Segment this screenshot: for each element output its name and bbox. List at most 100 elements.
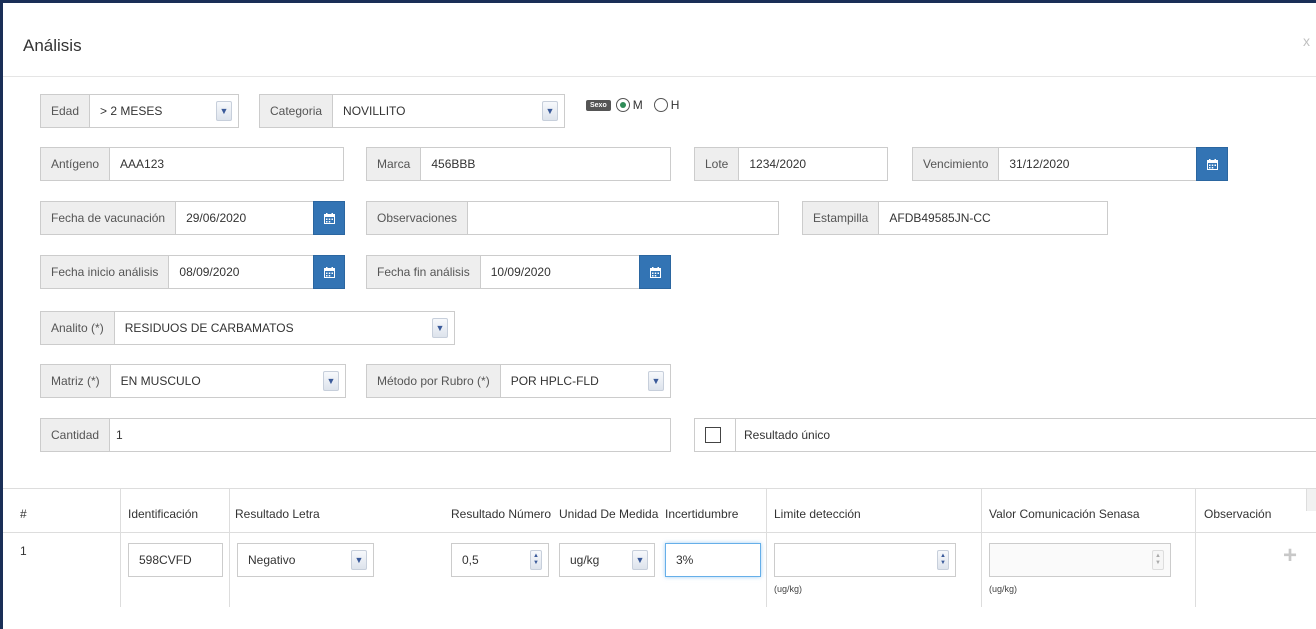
valor-senasa-input: ▲ ▼ [989,543,1171,577]
calendar-icon[interactable] [313,255,345,289]
col-header-valor: Valor Comunicación Senasa [989,507,1140,521]
chevron-down-icon[interactable]: ▼ [542,101,558,121]
col-header-num: # [20,507,27,521]
marca-input[interactable]: Marca 456BBB [366,147,671,181]
fecha-inicio-value[interactable]: 08/09/2020 [169,256,313,288]
observaciones-input[interactable]: Observaciones [366,201,779,235]
calendar-icon[interactable] [639,255,671,289]
fecha-inicio-label: Fecha inicio análisis [41,256,170,288]
fecha-vacunacion-label: Fecha de vacunación [41,202,177,234]
dialog-title: Análisis [23,36,82,55]
resultado-numero-input[interactable]: 0,5 ▲ ▼ [451,543,549,577]
matriz-label: Matriz (*) [41,365,111,397]
analito-label: Analito (*) [41,312,115,344]
categoria-value: NOVILLITO [343,104,406,118]
sexo-radio-group: Sexo M H [586,98,679,112]
vencimiento-input[interactable]: Vencimiento 31/12/2020 [912,147,1228,181]
col-header-resultado-letra: Resultado Letra [235,507,320,521]
unidad-select[interactable]: ug/kg ▼ [559,543,655,577]
radio-selected-dot [619,102,626,108]
edad-label: Edad [41,95,91,127]
estampilla-value[interactable]: AFDB49585JN-CC [879,202,1107,234]
fecha-fin-label: Fecha fin análisis [367,256,481,288]
sexo-option-h: H [670,98,680,112]
edad-value: > 2 MESES [100,104,163,118]
cantidad-value[interactable]: 1 [110,419,670,451]
lote-value[interactable]: 1234/2020 [739,148,887,180]
column-divider [981,489,982,607]
sexo-option-m: M [632,98,643,112]
col-header-observacion: Observación [1204,507,1272,521]
chevron-down-icon[interactable]: ▼ [351,550,367,570]
incertidumbre-input[interactable]: 3% [665,543,761,577]
col-header-limite: Limite detección [774,507,861,521]
resultado-unico-label: Resultado único [735,419,1316,451]
column-divider [766,489,767,607]
sexo-label: Sexo [586,99,611,111]
column-divider [1195,489,1196,607]
fecha-vacunacion-value[interactable]: 29/06/2020 [176,202,313,234]
col-header-resultado-numero: Resultado Número [451,507,552,521]
sexo-radio-m[interactable] [615,98,630,112]
limite-deteccion-input[interactable]: ▲ ▼ [774,543,956,577]
marca-value[interactable]: 456BBB [421,148,670,180]
fecha-fin-value[interactable]: 10/09/2020 [481,256,639,288]
header-divider [3,532,1316,533]
stepper-arrows-icon[interactable]: ▲ ▼ [937,550,949,570]
table-scrollbar[interactable] [1306,489,1316,511]
chevron-down-icon[interactable]: ▼ [323,371,339,391]
analito-select[interactable]: Analito (*) RESIDUOS DE CARBAMATOS ▼ [40,311,455,345]
column-divider [120,489,121,607]
cantidad-input[interactable]: Cantidad 1 [40,418,671,452]
lote-input[interactable]: Lote 1234/2020 [694,147,888,181]
calendar-icon[interactable] [313,201,345,235]
identificacion-value[interactable]: 598CVFD [129,553,222,567]
estampilla-label: Estampilla [803,202,880,234]
add-row-icon[interactable]: + [1283,544,1297,568]
resultado-unico-group: Resultado único [694,418,1316,452]
antigeno-label: Antígeno [41,148,111,180]
identificacion-input[interactable]: 598CVFD [128,543,223,577]
resultado-letra-select[interactable]: Negativo ▼ [237,543,374,577]
sexo-radio-h[interactable] [653,98,668,112]
vencimiento-label: Vencimiento [913,148,1000,180]
resultado-letra-value: Negativo [248,553,296,567]
stepper-arrows-icon[interactable]: ▲ ▼ [530,550,542,570]
observaciones-value[interactable] [468,202,778,234]
chevron-down-icon[interactable]: ▼ [432,318,448,338]
fecha-vacunacion-input[interactable]: Fecha de vacunación 29/06/2020 [40,201,345,235]
incertidumbre-value[interactable]: 3% [666,553,760,567]
col-header-identificacion: Identificación [128,507,199,521]
vencimiento-value[interactable]: 31/12/2020 [999,148,1196,180]
close-icon[interactable]: x [1303,33,1310,49]
metodo-select[interactable]: Método por Rubro (*) POR HPLC-FLD ▼ [366,364,671,398]
unidad-value: ug/kg [570,553,600,567]
metodo-label: Método por Rubro (*) [367,365,501,397]
antigeno-input[interactable]: Antígeno AAA123 [40,147,344,181]
matriz-select[interactable]: Matriz (*) EN MUSCULO ▼ [40,364,346,398]
observaciones-label: Observaciones [367,202,469,234]
valor-unit-label: (ug/kg) [989,584,1018,594]
categoria-label: Categoria [260,95,334,127]
chevron-down-icon[interactable]: ▼ [216,101,232,121]
edad-select[interactable]: Edad > 2 MESES ▼ [40,94,239,128]
results-table: # Identificación Resultado Letra Resulta… [3,488,1316,629]
chevron-down-icon[interactable]: ▼ [632,550,648,570]
fecha-fin-input[interactable]: Fecha fin análisis 10/09/2020 [366,255,671,289]
lote-label: Lote [695,148,740,180]
resultado-numero-value[interactable]: 0,5 [452,553,530,567]
calendar-icon[interactable] [1196,147,1228,181]
limite-unit-label: (ug/kg) [774,584,803,594]
analito-value: RESIDUOS DE CARBAMATOS [124,321,294,335]
dialog-header: Análisis x [3,3,1316,77]
chevron-down-icon[interactable]: ▼ [648,371,664,391]
metodo-value: POR HPLC-FLD [510,374,599,388]
matriz-value: EN MUSCULO [120,374,201,388]
fecha-inicio-input[interactable]: Fecha inicio análisis 08/09/2020 [40,255,345,289]
estampilla-input[interactable]: Estampilla AFDB49585JN-CC [802,201,1108,235]
marca-label: Marca [367,148,422,180]
resultado-unico-checkbox[interactable] [705,427,721,443]
column-divider [229,489,230,607]
categoria-select[interactable]: Categoria NOVILLITO ▼ [259,94,565,128]
antigeno-value[interactable]: AAA123 [110,148,343,180]
